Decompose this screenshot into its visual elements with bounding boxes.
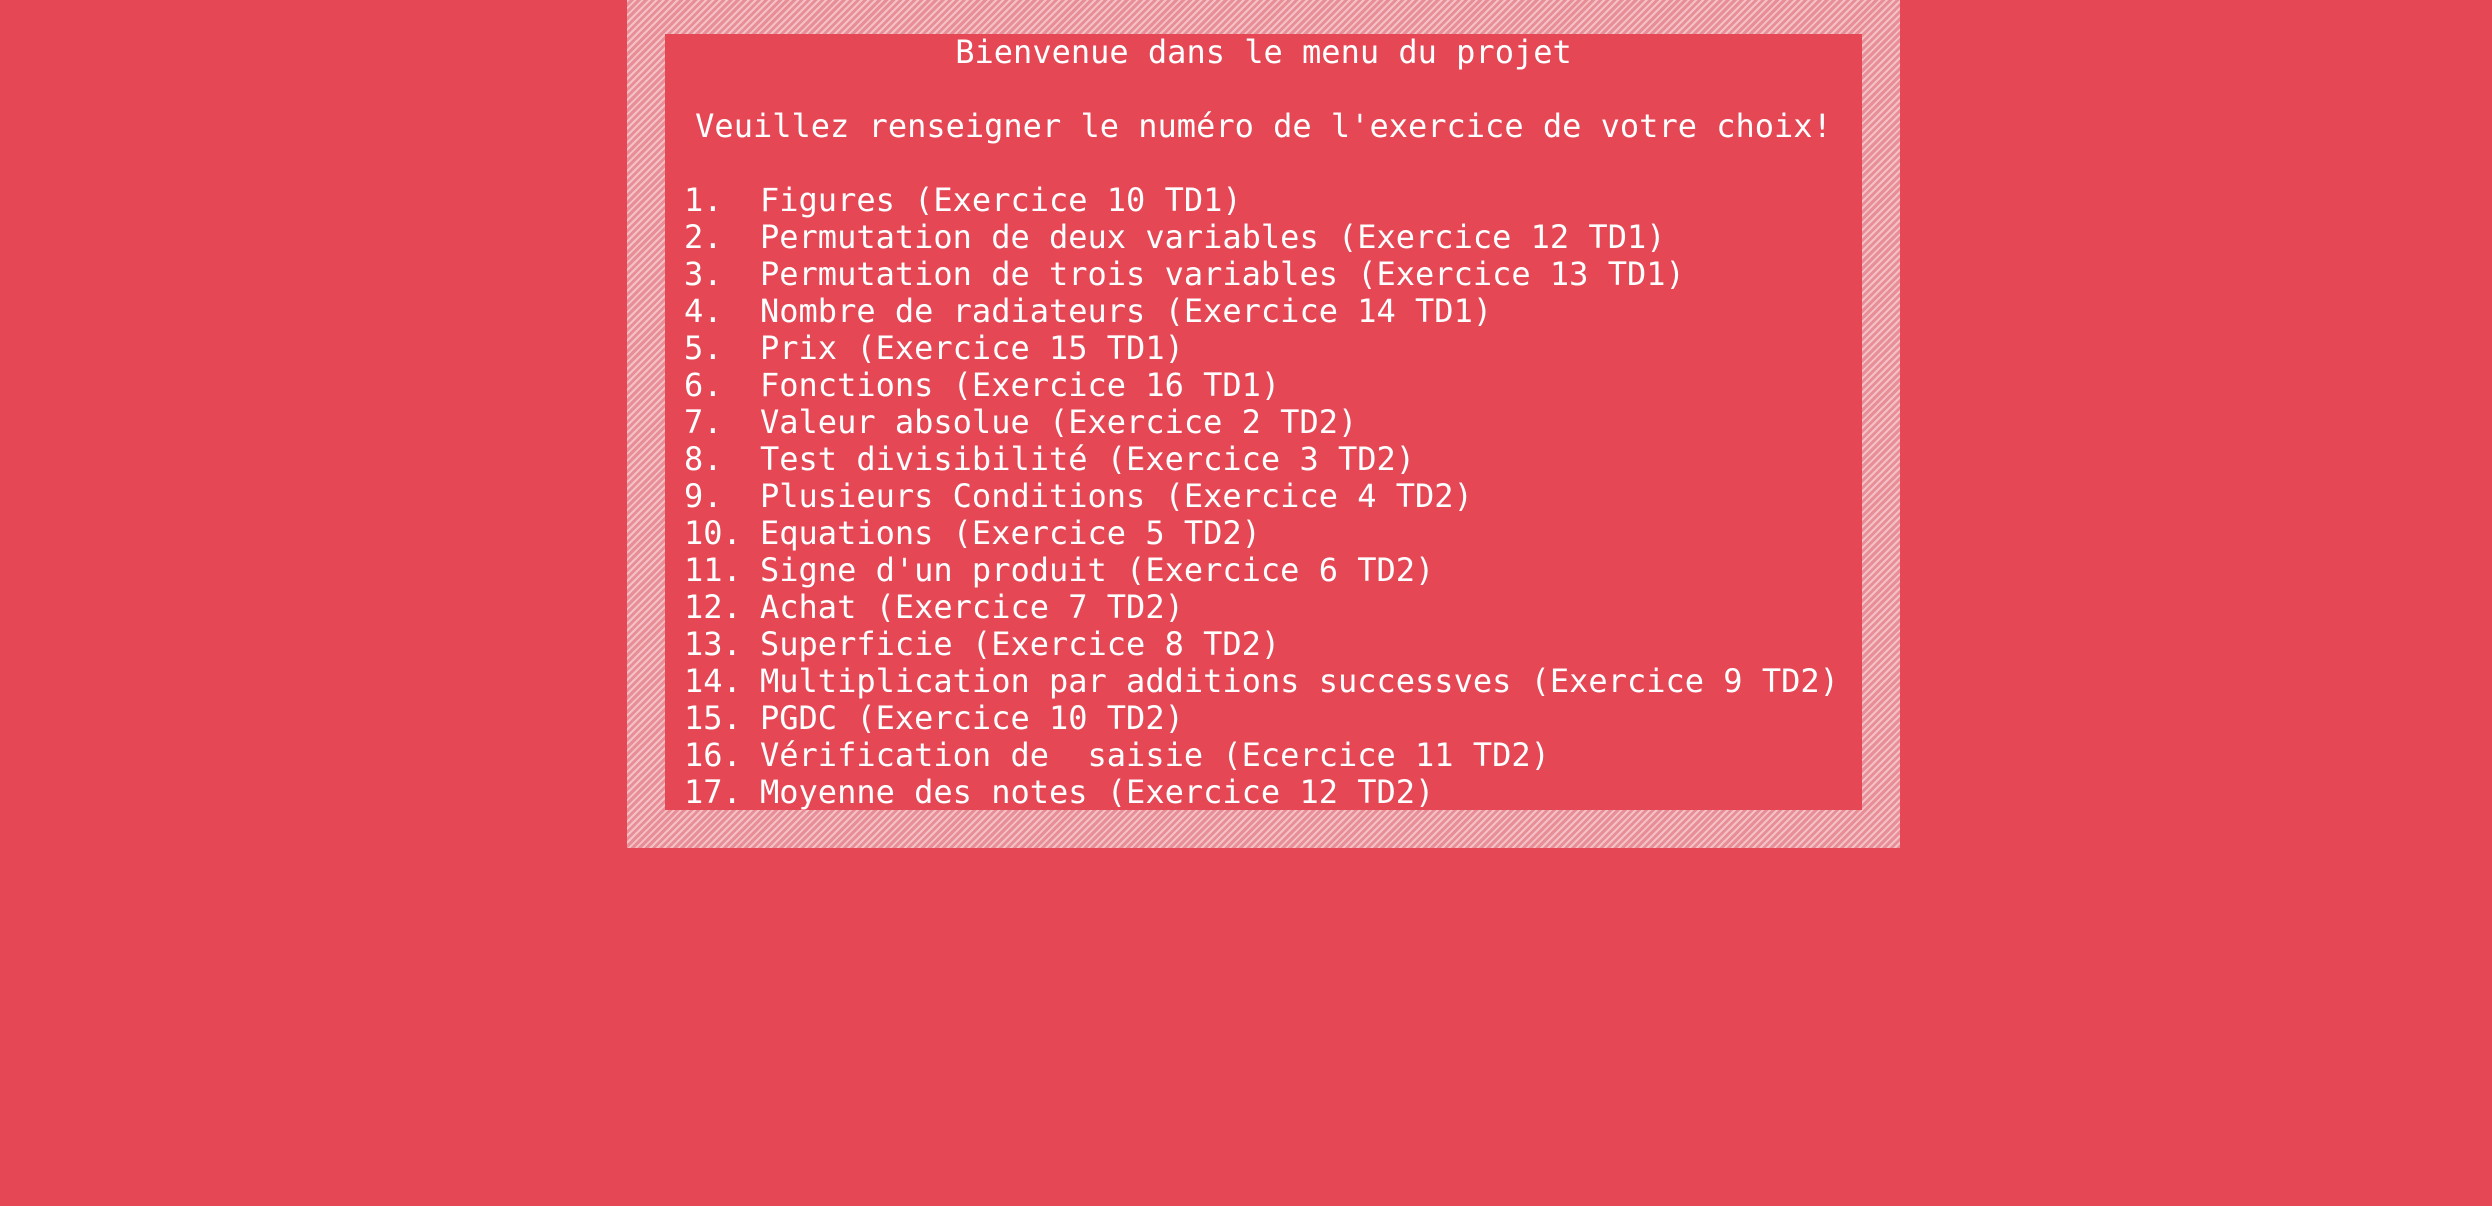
menu-panel: Bienvenue dans le menu du projet Veuille…: [665, 33, 1862, 811]
menu-item-number: 16.: [684, 736, 742, 774]
menu-item: 13. Superficie (Exercice 8 TD2): [684, 626, 1862, 663]
menu-item-number: 5.: [684, 329, 723, 367]
menu-item-number: 9.: [684, 477, 723, 515]
menu-item-number: 8.: [684, 440, 723, 478]
menu-item-label: Prix (Exercice 15 TD1): [760, 329, 1184, 367]
menu-item-label: Superficie (Exercice 8 TD2): [760, 625, 1281, 663]
menu-item: 11. Signe d'un produit (Exercice 6 TD2): [684, 552, 1862, 589]
menu-item-label: Vérification de saisie (Ecercice 11 TD2): [760, 736, 1550, 774]
menu-item-number: 1.: [684, 181, 723, 219]
menu-item-number: 7.: [684, 403, 723, 441]
menu-item-number: 14.: [684, 662, 742, 700]
menu-frame: Bienvenue dans le menu du projet Veuille…: [627, 0, 1900, 848]
menu-item-label: Permutation de trois variables (Exercice…: [760, 255, 1685, 293]
menu-item: 14. Multiplication par additions successv…: [684, 663, 1862, 700]
menu-item: 1. Figures (Exercice 10 TD1): [684, 182, 1862, 219]
menu-item: 5. Prix (Exercice 15 TD1): [684, 330, 1862, 367]
menu-item-number: 10.: [684, 514, 742, 552]
menu-item-label: Permutation de deux variables (Exercice …: [760, 218, 1666, 256]
menu-item-label: Figures (Exercice 10 TD1): [760, 181, 1242, 219]
menu-item-label: Equations (Exercice 5 TD2): [760, 514, 1261, 552]
menu-item: 10. Equations (Exercice 5 TD2): [684, 515, 1862, 552]
menu-item-label: Nombre de radiateurs (Exercice 14 TD1): [760, 292, 1493, 330]
menu-item-label: Valeur absolue (Exercice 2 TD2): [760, 403, 1358, 441]
menu-item-label: Signe d'un produit (Exercice 6 TD2): [760, 551, 1435, 589]
menu-item-label: Achat (Exercice 7 TD2): [760, 588, 1184, 626]
menu-item-label: Test divisibilité (Exercice 3 TD2): [760, 440, 1416, 478]
menu-item-label: Fonctions (Exercice 16 TD1): [760, 366, 1281, 404]
menu-item-label: Moyenne des notes (Exercice 12 TD2): [760, 773, 1435, 811]
menu-item: 7. Valeur absolue (Exercice 2 TD2): [684, 404, 1862, 441]
menu-item-number: 17.: [684, 773, 742, 811]
menu-item: 8. Test divisibilité (Exercice 3 TD2): [684, 441, 1862, 478]
menu-item: 17. Moyenne des notes (Exercice 12 TD2): [684, 774, 1862, 811]
menu-item: 9. Plusieurs Conditions (Exercice 4 TD2): [684, 478, 1862, 515]
menu-item-number: 3.: [684, 255, 723, 293]
menu-item: 2. Permutation de deux variables (Exercic…: [684, 219, 1862, 256]
menu-item: 12. Achat (Exercice 7 TD2): [684, 589, 1862, 626]
menu-item-number: 12.: [684, 588, 742, 626]
menu-item: 16. Vérification de saisie (Ecercice 11 T…: [684, 737, 1862, 774]
menu-item-label: PGDC (Exercice 10 TD2): [760, 699, 1184, 737]
menu-item: 3. Permutation de trois variables (Exerci…: [684, 256, 1862, 293]
menu-item-number: 2.: [684, 218, 723, 256]
menu-item-label: Plusieurs Conditions (Exercice 4 TD2): [760, 477, 1473, 515]
menu-item-number: 13.: [684, 625, 742, 663]
menu-title: Bienvenue dans le menu du projet: [955, 33, 1572, 71]
menu-item: 6. Fonctions (Exercice 16 TD1): [684, 367, 1862, 404]
menu-item: 4. Nombre de radiateurs (Exercice 14 TD1): [684, 293, 1862, 330]
menu-item-number: 15.: [684, 699, 742, 737]
menu-item-number: 11.: [684, 551, 742, 589]
menu-prompt: Veuillez renseigner le numéro de l'exerc…: [695, 107, 1832, 145]
menu-item-number: 4.: [684, 292, 723, 330]
menu-item: 15. PGDC (Exercice 10 TD2): [684, 700, 1862, 737]
menu-item-label: Multiplication par additions successves …: [760, 662, 1839, 700]
menu-item-number: 6.: [684, 366, 723, 404]
